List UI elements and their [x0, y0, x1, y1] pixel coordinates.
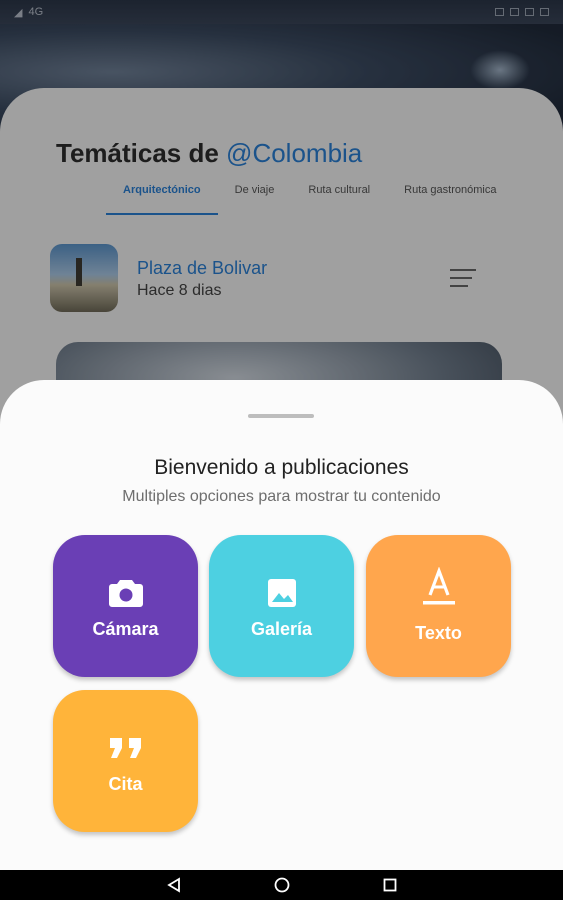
quote-option-label: Cita [108, 774, 143, 794]
camera-option-label: Cámara [92, 619, 159, 639]
text-option-label: Texto [415, 623, 462, 643]
image-icon [209, 575, 354, 611]
gallery-option-label: Galería [250, 619, 313, 639]
camera-option-button[interactable]: Cámara [53, 535, 198, 677]
gallery-option-button[interactable]: Galería [209, 535, 354, 677]
text-option-button[interactable]: Texto [366, 535, 511, 677]
sheet-drag-handle[interactable] [248, 414, 314, 418]
quote-option-button[interactable]: Cita [53, 690, 198, 832]
recents-icon[interactable] [383, 878, 397, 892]
sheet-subtitle: Multiples opciones para mostrar tu conte… [122, 488, 441, 505]
quote-icon [53, 730, 198, 766]
text-format-icon [366, 567, 511, 605]
bottom-sheet: Bienvenido a publicaciones Multiples opc… [0, 380, 563, 870]
back-icon[interactable] [166, 877, 182, 893]
home-icon[interactable] [274, 877, 290, 893]
sheet-title: Bienvenido a publicaciones [154, 456, 409, 479]
camera-icon [53, 575, 198, 611]
navigation-bar [0, 870, 563, 900]
